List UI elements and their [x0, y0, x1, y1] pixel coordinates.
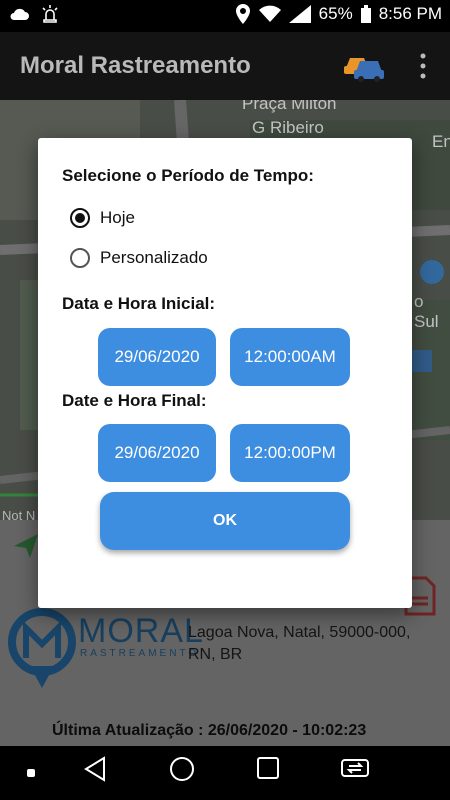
back-icon[interactable]	[84, 756, 106, 782]
wifi-icon	[258, 5, 281, 22]
battery-percent: 65%	[318, 4, 353, 23]
home-icon[interactable]	[169, 756, 195, 782]
radio-option-personalizado[interactable]: Personalizado	[70, 248, 208, 268]
radio-button-checked[interactable]	[70, 208, 90, 228]
dot-icon	[27, 769, 35, 777]
status-bar: 65% 8:56 PM	[0, 0, 450, 32]
cloud-icon	[10, 8, 29, 20]
location-icon	[235, 4, 250, 24]
recents-icon[interactable]	[256, 756, 280, 780]
start-time-button[interactable]: 12:00:00AM	[230, 328, 350, 386]
end-date-button[interactable]: 29/06/2020	[98, 424, 216, 482]
start-date-button[interactable]: 29/06/2020	[98, 328, 216, 386]
switch-app-icon[interactable]	[340, 756, 370, 780]
app-title: Moral Rastreamento	[20, 52, 251, 79]
clock: 8:56 PM	[378, 4, 442, 23]
car-icon[interactable]	[342, 48, 386, 82]
radio-button[interactable]	[70, 248, 90, 268]
period-dialog: Selecione o Período de Tempo: Hoje Perso…	[38, 138, 412, 608]
end-datetime-label: Date e Hora Final:	[62, 391, 207, 410]
system-nav-bar	[0, 746, 450, 800]
dialog-heading: Selecione o Período de Tempo:	[62, 166, 314, 185]
ok-button[interactable]: OK	[100, 492, 350, 550]
battery-icon	[360, 5, 371, 23]
start-datetime-label: Data e Hora Inicial:	[62, 294, 216, 313]
radio-label: Personalizado	[100, 248, 208, 267]
app-bar: Moral Rastreamento	[0, 32, 450, 100]
more-vert-icon[interactable]	[414, 52, 432, 80]
radio-option-hoje[interactable]: Hoje	[70, 208, 135, 228]
signal-icon	[288, 5, 311, 23]
end-time-button[interactable]: 12:00:00PM	[230, 424, 350, 482]
alarm-icon	[42, 5, 58, 23]
radio-label: Hoje	[100, 208, 135, 227]
